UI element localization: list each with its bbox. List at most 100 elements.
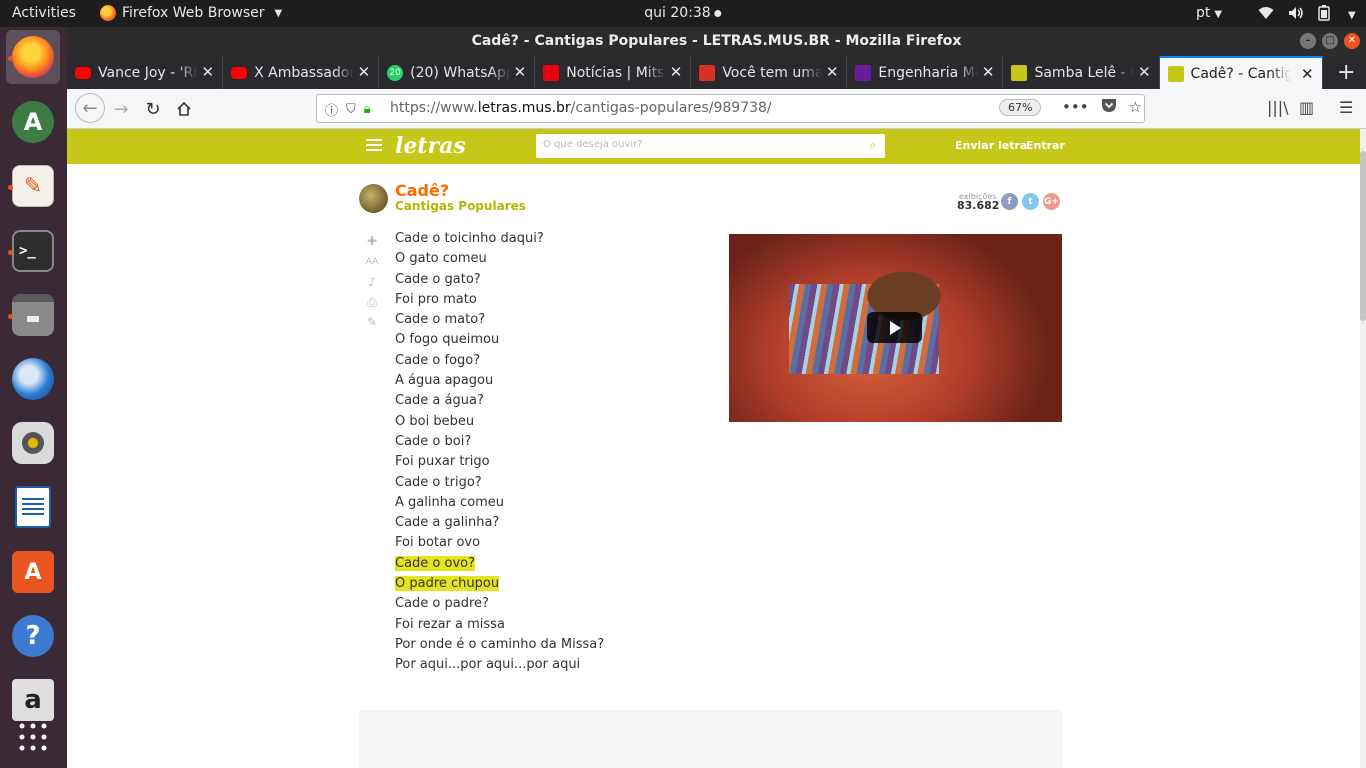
tab-2[interactable]: X Ambassadors ✕	[223, 56, 380, 89]
pocket-icon[interactable]	[1101, 98, 1117, 117]
close-tab-icon[interactable]: ✕	[1138, 63, 1151, 81]
video-player[interactable]	[729, 234, 1062, 422]
search-placeholder: O que deseja ouvir?	[543, 139, 643, 150]
close-tab-icon[interactable]: ✕	[1301, 65, 1314, 83]
activities-button[interactable]: Activities	[12, 5, 76, 21]
firefox-icon	[12, 36, 54, 78]
launcher-software[interactable]: A	[6, 545, 60, 599]
launcher-text-editor[interactable]: ✎	[6, 159, 60, 213]
send-lyrics-link[interactable]: Enviar letra	[955, 139, 1027, 152]
add-to-playlist-icon[interactable]: ✚	[365, 234, 379, 248]
tab-6[interactable]: Engenharia Me ✕	[847, 56, 1004, 89]
show-applications-button[interactable]	[6, 710, 60, 764]
lyric-line-text: Cade o padre?	[395, 596, 489, 612]
minimize-icon[interactable]: –	[1300, 33, 1316, 49]
address-bar[interactable]: ⓘ ⛉ 🔒︎ https://www.letras.mus.br/cantiga…	[316, 94, 1145, 123]
close-tab-icon[interactable]: ✕	[982, 63, 995, 81]
launcher-rhythmbox[interactable]	[6, 416, 60, 470]
reload-button[interactable]: ↻	[141, 97, 165, 121]
window-title: Cadê? - Cantigas Populares - LETRAS.MUS.…	[471, 33, 962, 49]
hamburger-menu-icon[interactable]: ☰	[1339, 98, 1353, 117]
lyric-line-text: A água apagou	[395, 373, 494, 389]
page-viewport: letras O que deseja ouvir? ⌕ Enviar letr…	[67, 129, 1366, 768]
info-icon[interactable]: ⓘ	[325, 100, 338, 119]
tab-label: Engenharia Me	[878, 64, 979, 81]
app-menu[interactable]: Firefox Web Browser ▼	[100, 5, 282, 21]
artist-link[interactable]: Cantigas Populares	[395, 199, 526, 213]
close-tab-icon[interactable]: ✕	[670, 63, 683, 81]
tab-8[interactable]: Cadê? - Cantiga ✕	[1159, 56, 1323, 89]
launcher-firefox[interactable]	[6, 30, 60, 84]
gnome-top-bar: Activities Firefox Web Browser ▼ qui 20:…	[0, 0, 1366, 27]
library-icon[interactable]: |||\	[1267, 98, 1289, 117]
lyric-line-text: O gato comeu	[395, 251, 487, 267]
play-button-icon[interactable]	[867, 312, 922, 343]
launcher-android-studio[interactable]: A	[6, 95, 60, 149]
tab-label: (20) WhatsApp	[410, 64, 511, 81]
lyric-line-text: O fogo queimou	[395, 332, 500, 348]
launcher-help[interactable]: ?	[6, 609, 60, 663]
system-menu[interactable]: ▼	[1258, 5, 1356, 25]
site-menu-icon[interactable]	[366, 139, 382, 154]
tab-1[interactable]: Vance Joy - 'Rip ✕	[67, 56, 224, 89]
reload-icon: ↻	[145, 98, 161, 120]
scrollbar[interactable]	[1360, 129, 1366, 768]
lyric-line-text: Foi pro mato	[395, 291, 477, 307]
tab-7[interactable]: Samba Lelê - C ✕	[1003, 56, 1160, 89]
print-icon[interactable]: ⎙	[365, 295, 379, 309]
home-button[interactable]	[172, 97, 196, 121]
tab-5[interactable]: Você tem uma ✕	[691, 56, 848, 89]
libreoffice-writer-icon	[15, 486, 51, 528]
lyric-line-text: Cade o mato?	[395, 312, 486, 328]
sidebar-icon[interactable]: ▥	[1299, 98, 1314, 117]
language-indicator[interactable]: pt ▼	[1196, 5, 1222, 21]
google-plus-share-button[interactable]: G+	[1043, 193, 1060, 210]
twitter-share-button[interactable]: t	[1022, 193, 1039, 210]
zoom-indicator[interactable]: 67%	[999, 99, 1042, 116]
chevron-down-icon: ▼	[1214, 9, 1223, 20]
login-link[interactable]: Entrar	[1026, 139, 1065, 152]
tab-4[interactable]: Notícias | Mitsu ✕	[535, 56, 692, 89]
page-actions-icon[interactable]: •••	[1062, 98, 1089, 117]
lock-icon[interactable]: 🔒︎	[364, 102, 371, 117]
font-size-icon[interactable]: AA	[365, 255, 379, 269]
tracking-protection-icon[interactable]: ⛉	[346, 102, 356, 117]
launcher-terminal[interactable]: >_	[6, 224, 60, 278]
forward-button[interactable]: →	[109, 97, 133, 121]
bookmark-star-icon[interactable]: ☆	[1129, 98, 1142, 117]
tab-3[interactable]: 20 (20) WhatsApp ✕	[379, 56, 536, 89]
lyric-line: Cade o boi?	[395, 432, 715, 452]
guitar-icon[interactable]: ♪	[365, 275, 379, 289]
close-tab-icon[interactable]: ✕	[202, 63, 215, 81]
lyric-line: O padre chupou	[395, 574, 715, 594]
lyric-line-text: Por onde é o caminho da Missa?	[395, 636, 605, 652]
site-search-input[interactable]: O que deseja ouvir? ⌕	[536, 134, 885, 158]
close-icon[interactable]: ✕	[1344, 33, 1360, 49]
wifi-icon	[1258, 6, 1274, 24]
new-tab-button[interactable]: +	[1327, 56, 1366, 89]
arrow-left-icon: ←	[82, 97, 98, 119]
url-text[interactable]: https://www.letras.mus.br/cantigas-popul…	[390, 100, 772, 116]
scrollbar-thumb[interactable]	[1360, 151, 1366, 321]
letras-logo[interactable]: letras	[395, 133, 466, 159]
search-icon[interactable]: ⌕	[869, 138, 876, 153]
launcher-writer[interactable]	[6, 480, 60, 534]
artist-avatar[interactable]	[359, 184, 388, 213]
close-tab-icon[interactable]: ✕	[514, 63, 527, 81]
close-tab-icon[interactable]: ✕	[358, 63, 371, 81]
edit-icon[interactable]: ✎	[365, 315, 379, 329]
maximize-icon[interactable]: □	[1322, 33, 1338, 49]
facebook-share-button[interactable]: f	[1001, 193, 1018, 210]
clock[interactable]: qui 20:38	[644, 5, 722, 21]
site-header: letras O que deseja ouvir? ⌕ Enviar letr…	[67, 129, 1360, 164]
lyric-line-text: O boi bebeu	[395, 413, 475, 429]
back-button[interactable]: ←	[75, 93, 105, 123]
lyric-line-highlighted: Cade o ovo?	[395, 555, 476, 571]
running-indicator	[8, 314, 13, 319]
launcher-thunderbird[interactable]	[6, 352, 60, 406]
lyric-line-text: Cade o gato?	[395, 271, 481, 287]
close-tab-icon[interactable]: ✕	[826, 63, 839, 81]
navigation-toolbar: ← → ↻ ⓘ ⛉ 🔒︎ https://www.letras.mus.br/c…	[67, 89, 1366, 129]
launcher-files[interactable]	[6, 288, 60, 342]
lyric-line: Cade o padre?	[395, 594, 715, 614]
